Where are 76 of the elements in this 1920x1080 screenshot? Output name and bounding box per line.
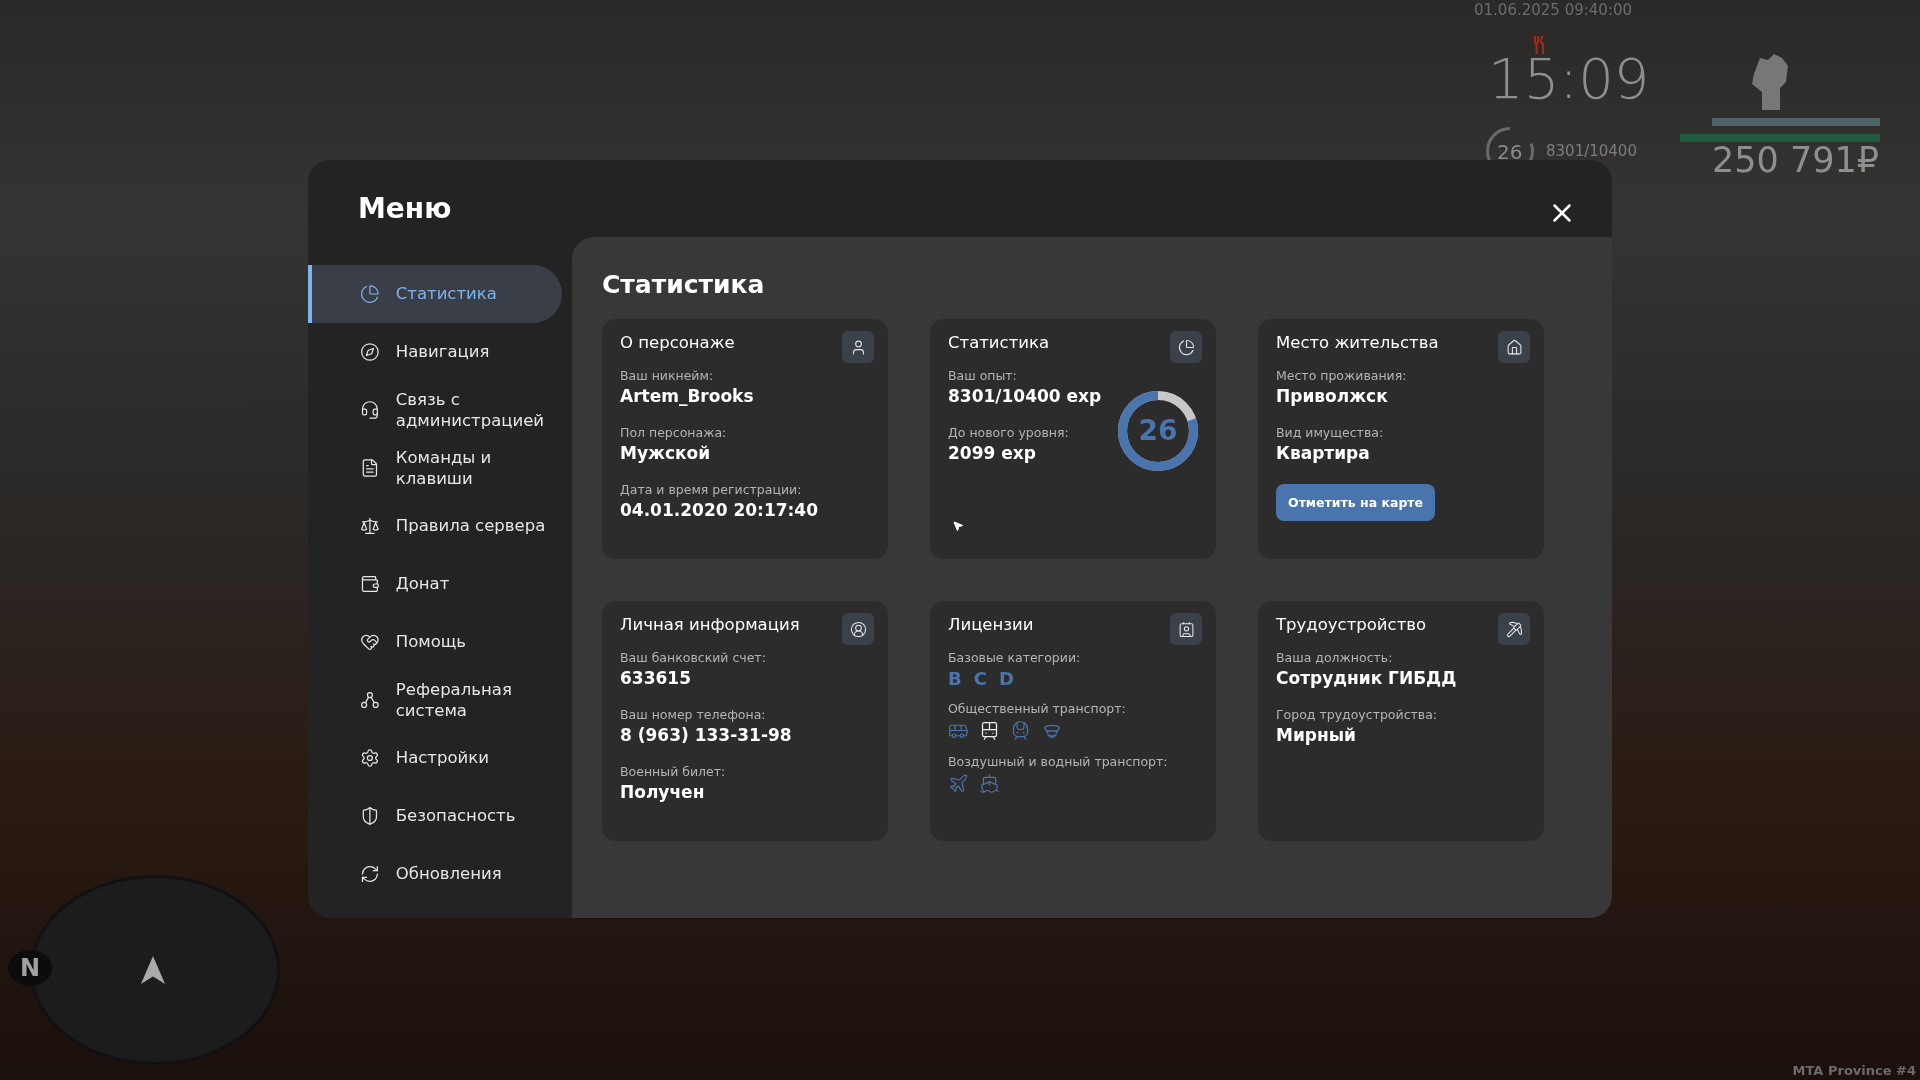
field-label: Дата и время регистрации:: [620, 482, 802, 497]
page-title: Статистика: [602, 270, 766, 299]
sidebar-item[interactable]: Реферальная система: [308, 671, 562, 729]
license-category: D: [998, 668, 1014, 689]
sidebar-item[interactable]: Настройки: [308, 729, 562, 787]
sidebar-item[interactable]: Обновления: [308, 845, 562, 903]
card-icon: [1170, 613, 1202, 645]
card-title: Статистика: [948, 333, 1050, 352]
sidebar-item[interactable]: Безопасность: [308, 787, 562, 845]
field-value: 8301/10400 exp: [948, 386, 1102, 406]
level-number: 26: [1137, 413, 1179, 449]
card-icon: [1170, 331, 1202, 363]
card-title: Трудоустройство: [1276, 615, 1427, 634]
field-value: 2099 exp: [948, 443, 1036, 463]
field-label: Военный билет:: [620, 764, 726, 779]
map-mark-button[interactable]: Отметить на карте: [1276, 484, 1436, 521]
card-icon: [842, 613, 874, 645]
license-category: B: [948, 668, 962, 689]
card-icon: [842, 331, 874, 363]
card-title: О персонаже: [620, 333, 735, 352]
menu-title: Меню: [357, 195, 453, 223]
level-number: 26: [1497, 140, 1523, 164]
fork-knife-icon: [1533, 36, 1547, 54]
sidebar-item[interactable]: Статистика: [308, 265, 562, 323]
sidebar-item[interactable]: Навигация: [308, 323, 562, 381]
card-title: Личная информация: [620, 615, 800, 634]
field-label: Ваш никнейм:: [620, 368, 714, 383]
field-label: Воздушный и водный транспорт:: [948, 754, 1168, 769]
sidebar-item[interactable]: Донат: [308, 555, 562, 613]
menu-item-icon: [360, 574, 380, 594]
menu-item-icon: [360, 342, 380, 362]
field-value: Сотрудник ГИБДД: [1276, 668, 1457, 688]
field-label: Ваш банковский счет:: [620, 650, 766, 665]
field-label: Город трудоустройства:: [1276, 707, 1438, 722]
field-label: Место проживания:: [1276, 368, 1407, 383]
field-label: Базовые категории:: [948, 650, 1081, 665]
field-label: Ваша должность:: [1276, 650, 1393, 665]
field-value: 04.01.2020 20:17:40: [620, 500, 819, 520]
sidebar-item[interactable]: Связь с администрацией: [308, 381, 562, 439]
menu-item-icon: [360, 864, 380, 884]
field-label: Ваш опыт:: [948, 368, 1017, 383]
card-icon: [1498, 331, 1530, 363]
field-value: 8 (963) 133-31-98: [620, 725, 792, 745]
field-label: Вид имущества:: [1276, 425, 1384, 440]
field-label: Общественный транспорт:: [948, 701, 1126, 716]
menu-item-icon: [360, 690, 380, 710]
menu-item-icon: [360, 748, 380, 768]
field-value: Мирный: [1276, 725, 1357, 745]
menu-item-icon: [360, 632, 380, 652]
menu-item-icon: [360, 284, 380, 304]
field-value: Квартира: [1276, 443, 1370, 463]
game-clock: 15:09: [1488, 46, 1650, 111]
sidebar-item[interactable]: Правила сервера: [308, 497, 562, 555]
card-title: Лицензии: [948, 615, 1034, 634]
field-label: Пол персонажа:: [620, 425, 727, 440]
sidebar-item[interactable]: Команды и клавиши: [308, 439, 562, 497]
card-title: Место жительства: [1276, 333, 1439, 352]
field-value: Artem_Brooks: [620, 386, 754, 406]
field-value: 633615: [620, 668, 691, 688]
cursor-icon: [952, 520, 964, 532]
field-label: До нового уровня:: [948, 425, 1069, 440]
license-category: C: [973, 668, 987, 689]
menu-item-icon: [360, 458, 380, 478]
field-value: Мужской: [620, 443, 711, 463]
money-balance: 250 791₽: [1712, 140, 1879, 180]
field-value: Приволжск: [1276, 386, 1388, 406]
field-label: Ваш номер телефона:: [620, 707, 766, 722]
experience-counter: 8301/10400: [1546, 142, 1637, 160]
menu-item-icon: [360, 516, 380, 536]
menu-item-icon: [360, 400, 380, 420]
sidebar-item[interactable]: Помощь: [308, 613, 562, 671]
menu-item-icon: [360, 806, 380, 826]
player-arrow-icon: [140, 955, 166, 985]
field-value: Получен: [620, 782, 705, 802]
card-icon: [1498, 613, 1530, 645]
server-name: MTA Province #4: [1792, 1063, 1916, 1078]
